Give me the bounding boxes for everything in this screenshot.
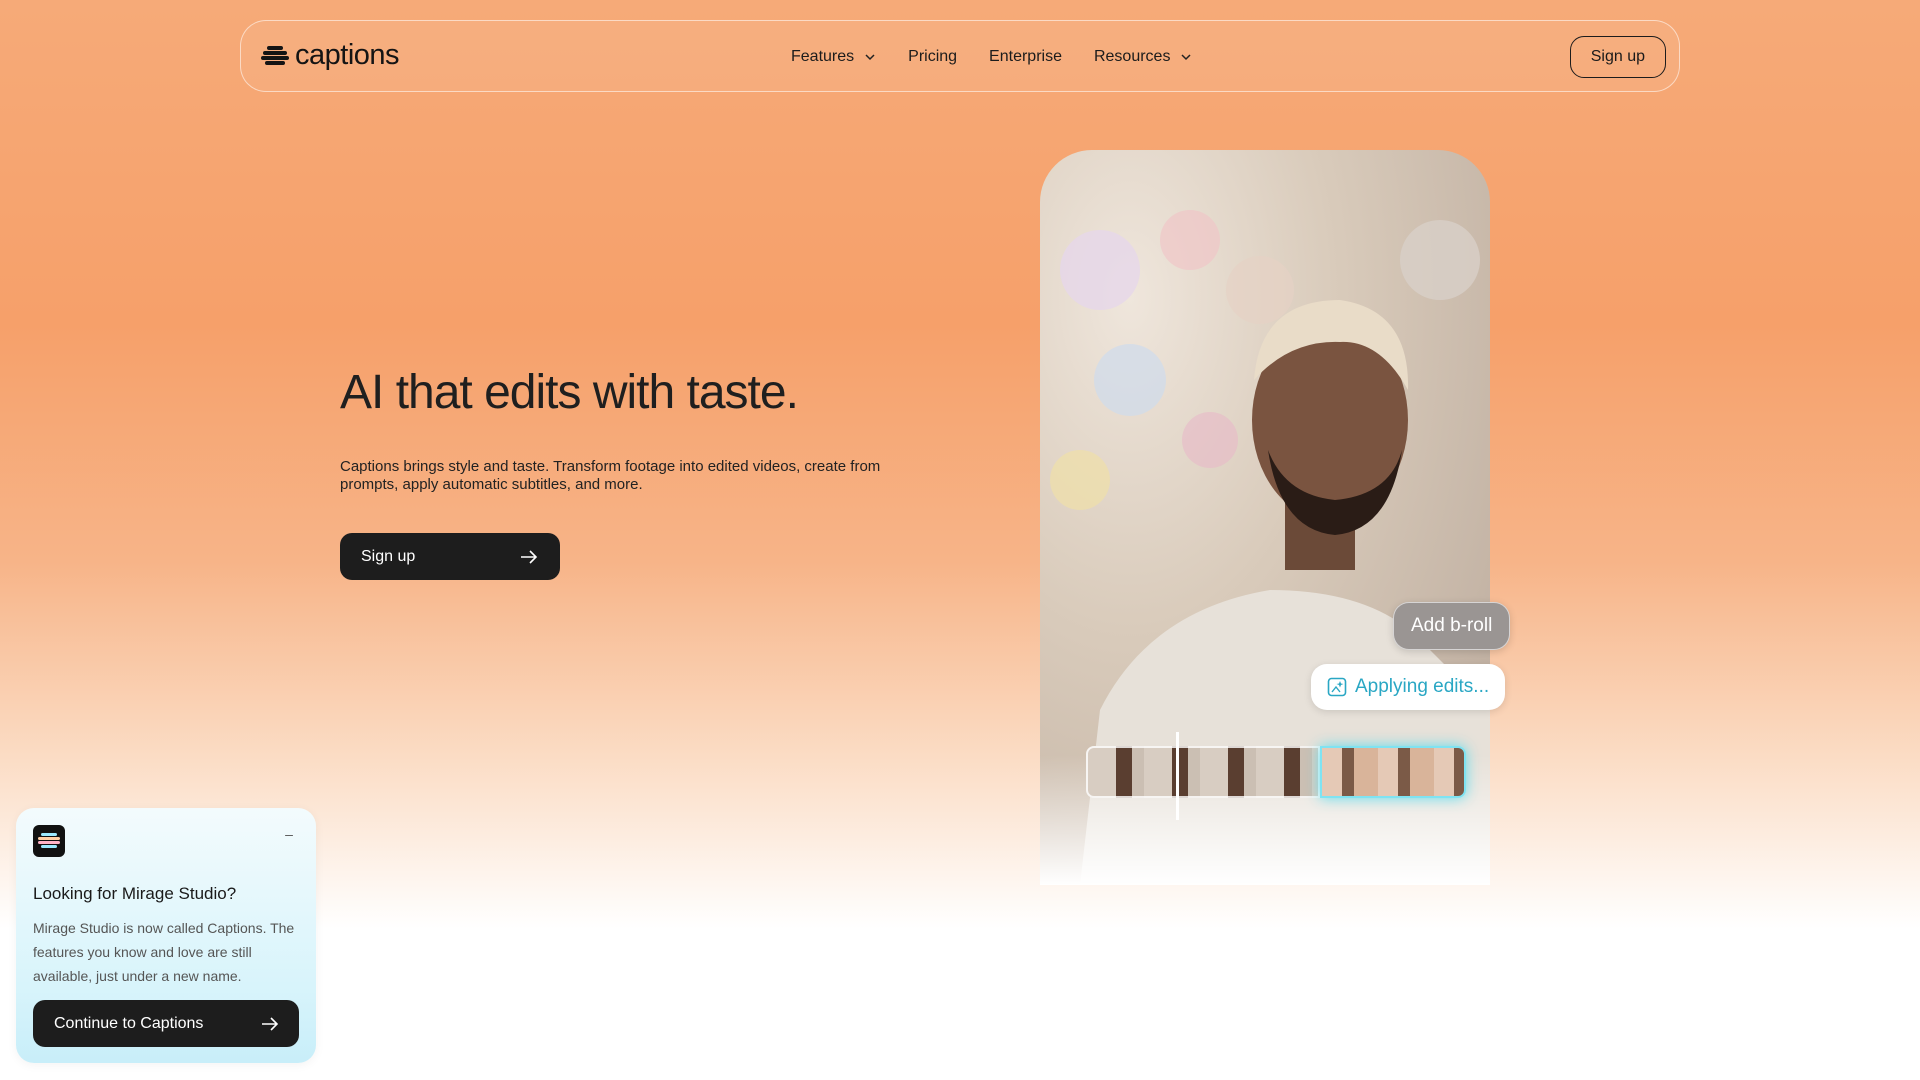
captions-logo-icon <box>261 45 289 65</box>
nav-signup-button[interactable]: Sign up <box>1569 36 1666 78</box>
logo-wordmark: captions <box>295 39 400 71</box>
chevron-down-icon <box>1181 54 1191 61</box>
timeline-clip-original[interactable] <box>1086 746 1320 798</box>
popup-title: Looking for Mirage Studio? <box>33 884 237 903</box>
applying-edits-chip: Applying edits... <box>1311 664 1506 710</box>
arrow-right-icon <box>521 549 538 564</box>
continue-button-label: Continue to Captions <box>54 1014 204 1032</box>
nav-features-label: Features <box>791 48 855 65</box>
top-navbar: captions Features Pricing Enterprise Res… <box>240 20 1680 92</box>
add-broll-chip: Add b-roll <box>1393 602 1511 650</box>
nav-resources-label: Resources <box>1093 48 1171 65</box>
nav-resources[interactable]: Resources <box>1094 48 1192 66</box>
continue-to-captions-button[interactable]: Continue to Captions <box>33 1000 299 1047</box>
hero-subtitle: Captions brings style and taste. Transfo… <box>340 458 881 493</box>
nav-links: Features Pricing Enterprise Resources <box>791 21 1192 93</box>
popup-body: Mirage Studio is now called Captions. Th… <box>33 920 295 984</box>
nav-features[interactable]: Features <box>791 48 876 66</box>
captions-logo[interactable]: captions <box>261 39 400 72</box>
minimize-icon[interactable]: – <box>280 826 298 844</box>
mirage-rename-popup: – Looking for Mirage Studio? Mirage Stud… <box>16 808 316 1063</box>
mirage-app-icon <box>33 825 65 857</box>
hero-signup-button[interactable]: Sign up <box>340 533 560 580</box>
arrow-right-icon <box>262 1016 279 1031</box>
chevron-down-icon <box>865 54 875 61</box>
nav-enterprise-label: Enterprise <box>989 48 1062 65</box>
applying-edits-label: Applying edits... <box>1355 676 1490 697</box>
timeline-playhead[interactable] <box>1176 732 1179 820</box>
timeline-clip-broll[interactable] <box>1320 746 1466 798</box>
hero-title: AI that edits with taste. <box>340 366 799 419</box>
nav-pricing[interactable]: Pricing <box>908 48 957 66</box>
nav-enterprise[interactable]: Enterprise <box>989 48 1062 66</box>
hero-signup-label: Sign up <box>361 547 416 565</box>
nav-pricing-label: Pricing <box>908 48 958 65</box>
sparkle-image-icon <box>1327 677 1347 697</box>
video-timeline[interactable] <box>1086 746 1466 798</box>
